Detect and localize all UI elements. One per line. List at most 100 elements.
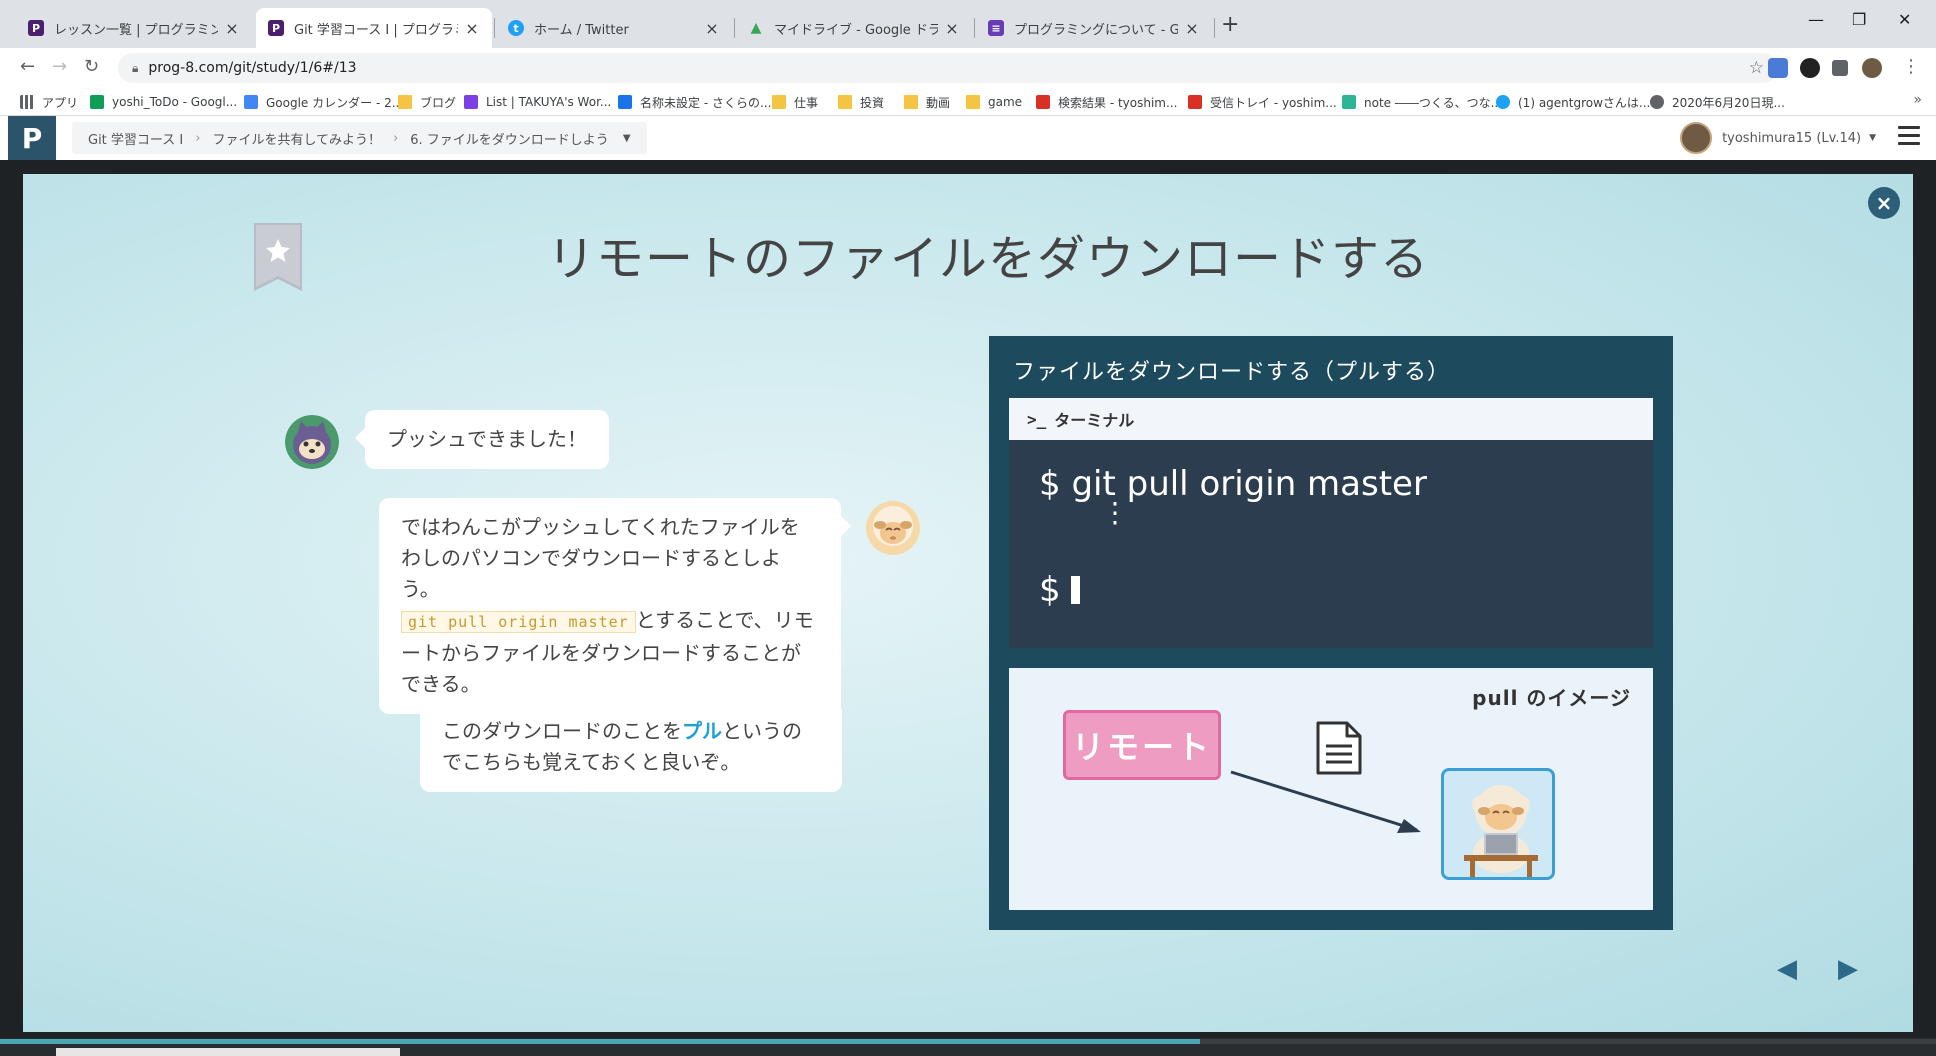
bookmark-twitter-agentgrow[interactable]: (1) agentgrowさんは... — [1496, 92, 1650, 112]
site-icon — [464, 95, 478, 109]
close-tab-icon[interactable]: × — [704, 19, 720, 38]
bookmark-label: Google カレンダー - 2... — [266, 95, 404, 110]
forward-icon[interactable]: → — [52, 56, 67, 77]
more-bookmarks-icon[interactable]: » — [1913, 92, 1922, 108]
progress-fill — [0, 1039, 1201, 1044]
close-window-icon[interactable]: ✕ — [1898, 10, 1911, 29]
tab-twitter[interactable]: t ホーム / Twitter × — [496, 8, 732, 48]
google-drive-favicon-icon: ▲ — [750, 20, 762, 36]
bookmark-gmail-inbox[interactable]: 受信トレイ - yoshim... — [1188, 92, 1337, 112]
chevron-down-icon[interactable]: ▼ — [623, 133, 631, 144]
bookmark-yoshi-todo[interactable]: yoshi_ToDo - Googl... — [90, 92, 237, 112]
close-tab-icon[interactable]: × — [1184, 19, 1200, 38]
breadcrumb-chapter[interactable]: ファイルを共有してみよう！ — [212, 129, 381, 148]
tab-google-forms[interactable]: ≡ プログラミングについて - Google フォー × — [976, 8, 1212, 48]
tab-separator — [734, 18, 735, 38]
browser-toolbar: ← → ↻ 🔒︎ prog-8.com/git/study/1/6#/13 ☆ … — [0, 48, 1936, 88]
prev-slide-arrow-icon[interactable]: ◀ — [1777, 954, 1797, 984]
terminal-cursor — [1070, 576, 1080, 604]
bookmark-ribbon-icon[interactable] — [254, 223, 302, 291]
bookmark-label: 仕事 — [794, 95, 819, 110]
chat-bubble-wanko: プッシュできました！ — [355, 410, 609, 469]
progate-favicon-icon: P — [268, 20, 284, 36]
terminal-header: >_ ターミナル — [1009, 398, 1653, 440]
terminal-label: ターミナル — [1054, 411, 1135, 430]
breadcrumb-course[interactable]: Git 学習コース I — [88, 129, 183, 148]
chat-bubble-sheep-1: ではわんこがプッシュしてくれたファイルをわしのパソコンでダウンロードするとしよう… — [379, 498, 851, 714]
address-bar[interactable]: 🔒︎ prog-8.com/git/study/1/6#/13 ☆ — [118, 53, 1778, 83]
close-tab-icon[interactable]: × — [464, 19, 480, 38]
extensions-puzzle-icon[interactable] — [1832, 60, 1848, 76]
terminal-command: $ git pull origin master — [1039, 464, 1427, 504]
bookmark-takuya-list[interactable]: List | TAKUYA's Wor... — [464, 92, 611, 112]
browser-tab-bar: P レッスン一覧 | プログラミングの入門な × P Git 学習コース I |… — [0, 0, 1936, 48]
globe-icon — [1650, 95, 1664, 109]
extension-chat-icon[interactable] — [1800, 58, 1820, 78]
restore-icon[interactable]: ❐ — [1852, 10, 1866, 29]
close-slide-button[interactable]: × — [1868, 187, 1900, 219]
calendar-icon — [244, 95, 258, 109]
close-tab-icon[interactable]: × — [224, 19, 240, 38]
bookmark-label: 動画 — [926, 95, 951, 110]
bottom-panel — [56, 1048, 400, 1056]
bookmark-blog[interactable]: ブログ — [398, 92, 456, 112]
apps-icon — [20, 95, 34, 109]
bookmark-work[interactable]: 仕事 — [772, 92, 818, 112]
terminal-prompt-icon: >_ — [1027, 409, 1047, 429]
slide-stage: × リモートのファイルをダウンロードする プッシュできました！ ではわんこがプッ… — [0, 160, 1936, 1056]
avatar — [1680, 122, 1713, 154]
bookmark-label: (1) agentgrowさんは... — [1518, 95, 1651, 110]
folder-icon — [838, 95, 852, 109]
new-tab-icon[interactable]: + — [1221, 12, 1239, 37]
bookmark-label: 名称未設定 - さくらの... — [640, 95, 772, 110]
tab-google-drive[interactable]: ▲ マイドライブ - Google ドライブ × — [736, 8, 972, 48]
tab-title: レッスン一覧 | プログラミングの入門な — [54, 22, 218, 38]
pull-diagram-panel: ファイルをダウンロードする（プルする） >_ ターミナル $ git pull … — [989, 336, 1673, 930]
bookmark-sakura[interactable]: 名称未設定 - さくらの... — [618, 92, 771, 112]
reload-icon[interactable]: ↻ — [84, 56, 99, 77]
tab-lesson-list[interactable]: P レッスン一覧 | プログラミングの入門な × — [16, 8, 252, 48]
progate-logo-icon[interactable]: P — [8, 116, 56, 160]
minimize-icon[interactable]: — — [1808, 10, 1824, 29]
bookmark-google-calendar[interactable]: Google カレンダー - 2... — [244, 92, 403, 112]
profile-avatar-icon[interactable] — [1862, 58, 1882, 78]
gmail-icon — [1188, 95, 1202, 109]
bookmark-gmail-search[interactable]: 検索結果 - tyoshim... — [1036, 92, 1177, 112]
bookmark-2020-report[interactable]: 2020年6月20日現... — [1650, 92, 1785, 112]
bookmarks-bar: アプリ yoshi_ToDo - Googl... Google カレンダー -… — [0, 88, 1936, 116]
bookmark-note[interactable]: note ――つくる、つな... — [1342, 92, 1502, 112]
diagram-title: ファイルをダウンロードする（プルする） — [1013, 360, 1451, 385]
sheets-icon — [90, 95, 104, 109]
pull-arrow — [1230, 770, 1421, 833]
twitter-favicon-icon: t — [508, 20, 524, 36]
chat-text: このダウンロードのことを — [442, 719, 682, 743]
tab-title: Git 学習コース I | プログラミングの入門 — [294, 22, 458, 38]
menu-kebab-icon[interactable]: ⋮ — [1902, 56, 1920, 77]
user-menu[interactable]: tyoshimura15 (Lv.14) ▼ — [1680, 122, 1876, 154]
chat-text: ではわんこがプッシュしてくれたファイルをわしのパソコンでダウンロードするとしよう… — [401, 515, 800, 601]
bookmark-invest[interactable]: 投資 — [838, 92, 884, 112]
close-tab-icon[interactable]: × — [944, 19, 960, 38]
folder-icon — [904, 95, 918, 109]
tab-title: マイドライブ - Google ドライブ — [774, 22, 938, 38]
sheep-avatar — [866, 501, 920, 555]
breadcrumb-lesson[interactable]: 6. ファイルをダウンロードしよう — [410, 129, 609, 148]
tab-separator — [974, 18, 975, 38]
tab-separator — [494, 18, 495, 38]
folder-icon — [398, 95, 412, 109]
bookmark-apps[interactable]: アプリ — [20, 92, 78, 112]
bookmark-star-icon[interactable]: ☆ — [1749, 58, 1764, 78]
tab-git-course[interactable]: P Git 学習コース I | プログラミングの入門 × — [256, 8, 492, 48]
wanko-avatar — [285, 415, 339, 469]
lesson-progress-bar — [0, 1039, 1936, 1044]
chat-text: プッシュできました！ — [387, 427, 587, 451]
slide: × リモートのファイルをダウンロードする プッシュできました！ ではわんこがプッ… — [23, 174, 1913, 1032]
tab-title: ホーム / Twitter — [534, 22, 629, 38]
hamburger-menu-icon[interactable] — [1898, 126, 1920, 150]
next-slide-arrow-icon[interactable]: ▶ — [1838, 954, 1858, 984]
extension-calendar-icon[interactable] — [1768, 58, 1788, 78]
bookmark-game[interactable]: game — [966, 92, 1022, 112]
back-icon[interactable]: ← — [20, 56, 35, 77]
bookmark-video[interactable]: 動画 — [904, 92, 950, 112]
bookmark-label: ブログ — [420, 95, 457, 110]
